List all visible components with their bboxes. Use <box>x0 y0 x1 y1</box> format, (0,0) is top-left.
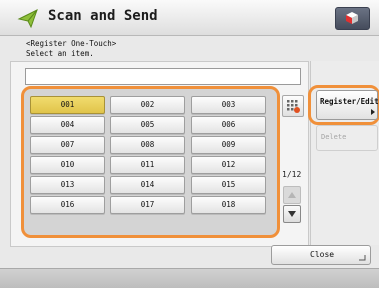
one-touch-item-001[interactable]: 001 <box>30 96 105 114</box>
one-touch-item-014[interactable]: 014 <box>110 176 185 194</box>
delete-button[interactable]: Delete <box>316 125 378 151</box>
register-edit-button[interactable]: Register/Edit <box>316 90 379 120</box>
arrow-right-icon <box>371 109 375 115</box>
page-title: Scan and Send <box>48 8 158 24</box>
one-touch-item-010[interactable]: 010 <box>30 156 105 174</box>
one-touch-item-004[interactable]: 004 <box>30 116 105 134</box>
status-bar <box>0 268 379 288</box>
one-touch-item-013[interactable]: 013 <box>30 176 105 194</box>
settings-cube-icon <box>346 12 358 24</box>
close-label: Close <box>310 250 335 259</box>
close-button[interactable]: Close <box>271 245 371 265</box>
title-bar: Scan and Send <box>0 0 379 36</box>
one-touch-item-015[interactable]: 015 <box>191 176 266 194</box>
scroll-down-button[interactable] <box>283 205 301 223</box>
instructions: <Register One-Touch> Select an item. <box>26 39 116 59</box>
one-touch-item-017[interactable]: 017 <box>110 196 185 214</box>
one-touch-item-012[interactable]: 012 <box>191 156 266 174</box>
name-display-field[interactable] <box>25 68 301 85</box>
one-touch-item-005[interactable]: 005 <box>110 116 185 134</box>
one-touch-item-002[interactable]: 002 <box>110 96 185 114</box>
one-touch-item-018[interactable]: 018 <box>191 196 266 214</box>
delete-label: Delete <box>321 133 347 141</box>
one-touch-item-007[interactable]: 007 <box>30 136 105 154</box>
triangle-down-icon <box>288 211 296 217</box>
one-touch-item-008[interactable]: 008 <box>110 136 185 154</box>
scroll-up-button[interactable] <box>283 186 301 204</box>
one-touch-item-009[interactable]: 009 <box>191 136 266 154</box>
settings-button[interactable] <box>335 7 370 30</box>
name-display-button[interactable] <box>282 95 304 117</box>
instruction-text: Select an item. <box>26 49 94 58</box>
one-touch-item-003[interactable]: 003 <box>191 96 266 114</box>
one-touch-item-016[interactable]: 016 <box>30 196 105 214</box>
corner-return-icon <box>359 255 366 261</box>
instruction-heading: <Register One-Touch> <box>26 39 117 48</box>
send-arrow-icon <box>17 8 38 29</box>
one-touch-item-006[interactable]: 006 <box>191 116 266 134</box>
page-indicator: 1/12 <box>282 170 302 179</box>
one-touch-item-011[interactable]: 011 <box>110 156 185 174</box>
register-edit-label: Register/Edit <box>320 97 379 106</box>
list-name-icon <box>287 100 300 113</box>
triangle-up-icon <box>288 192 296 198</box>
